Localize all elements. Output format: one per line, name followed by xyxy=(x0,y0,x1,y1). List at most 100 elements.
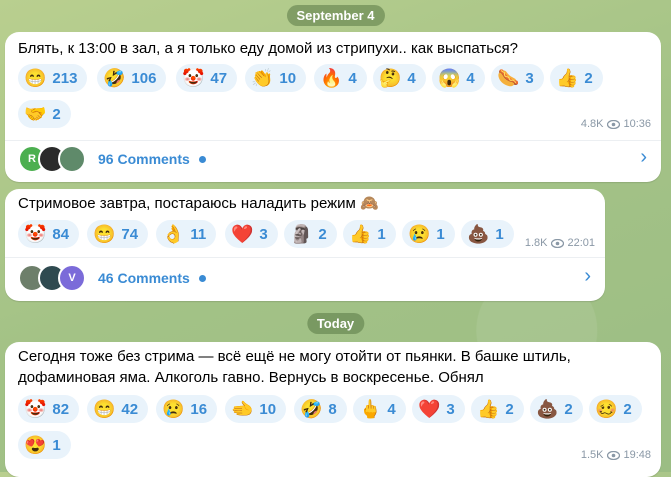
reaction-emoji: 🌭 xyxy=(497,68,520,88)
reaction[interactable]: 🤡 47 xyxy=(176,64,238,92)
eye-icon xyxy=(607,120,621,129)
reaction-emoji: 😁 xyxy=(93,399,116,419)
reaction-emoji: 😁 xyxy=(24,68,47,88)
reaction[interactable]: 😁 74 xyxy=(87,220,149,248)
divider xyxy=(5,140,661,141)
reaction[interactable]: 💩 2 xyxy=(530,395,583,423)
chevron-right-icon[interactable]: › xyxy=(640,146,647,169)
comments-link[interactable]: V 46 Comments xyxy=(18,264,206,292)
unread-dot xyxy=(198,155,206,163)
reaction[interactable]: 😁 42 xyxy=(87,395,149,423)
message-bubble[interactable]: Стримовое завтра, постараюсь наладить ре… xyxy=(5,189,605,301)
message-text: Сегодня тоже без стрима — всё ещё не мог… xyxy=(18,348,571,386)
date-separator: September 4 xyxy=(286,5,385,26)
reaction-count: 2 xyxy=(564,400,573,418)
reaction-emoji: 😢 xyxy=(408,224,431,244)
divider xyxy=(5,257,605,258)
reaction-count: 2 xyxy=(52,105,61,123)
comments-count: 96 Comments xyxy=(98,151,190,167)
reaction[interactable]: 😢 16 xyxy=(156,395,218,423)
reaction-emoji: 🤡 xyxy=(182,68,205,88)
reaction[interactable]: 💩 1 xyxy=(461,220,514,248)
reaction-count: 2 xyxy=(584,69,593,87)
reaction[interactable]: 😢 1 xyxy=(402,220,455,248)
reaction-count: 2 xyxy=(318,225,327,243)
reaction-count: 2 xyxy=(505,400,514,418)
reaction[interactable]: 👏 10 xyxy=(245,64,307,92)
reaction-emoji: 👍 xyxy=(556,68,579,88)
reaction-count: 3 xyxy=(446,400,455,418)
reaction-count: 3 xyxy=(525,69,534,87)
reaction-emoji: 🤡 xyxy=(24,224,47,244)
eye-icon xyxy=(607,451,621,460)
view-count: 4.8K xyxy=(580,118,604,130)
reaction[interactable]: 👍 1 xyxy=(343,220,396,248)
reaction-emoji: 🥴 xyxy=(595,399,618,419)
reaction[interactable]: 😁 213 xyxy=(18,64,88,92)
reaction-emoji: 😍 xyxy=(24,435,47,455)
reaction[interactable]: 🔥 4 xyxy=(314,64,367,92)
reaction-emoji: 🤡 xyxy=(24,399,47,419)
message-time: 19:48 xyxy=(623,449,651,461)
message-text: Блять, к 13:00 в зал, а я только еду дом… xyxy=(18,40,519,57)
view-count: 1.5K xyxy=(580,449,604,461)
reaction-count: 1 xyxy=(377,225,386,243)
reaction-count: 1 xyxy=(436,225,445,243)
reaction-count: 106 xyxy=(131,69,157,87)
reaction[interactable]: 🥴 2 xyxy=(589,395,642,423)
reaction-emoji: 🗿 xyxy=(290,224,313,244)
eye-icon xyxy=(551,239,565,248)
reaction[interactable]: 🌭 3 xyxy=(491,64,544,92)
avatar xyxy=(58,145,86,173)
reaction[interactable]: 🖕 4 xyxy=(353,395,406,423)
unread-dot xyxy=(198,274,206,282)
reaction-emoji: 😱 xyxy=(438,68,461,88)
reaction[interactable]: 🗿 2 xyxy=(284,220,337,248)
reaction-count: 213 xyxy=(52,69,78,87)
reaction[interactable]: 😱 4 xyxy=(432,64,485,92)
message-text: Стримовое завтра, постараюсь наладить ре… xyxy=(18,195,379,212)
reaction-count: 1 xyxy=(52,436,61,454)
reaction-emoji: 😁 xyxy=(93,224,116,244)
reaction-count: 16 xyxy=(190,400,208,418)
reaction-count: 1 xyxy=(495,225,504,243)
chevron-right-icon[interactable]: › xyxy=(584,265,591,288)
reaction-emoji: 🤝 xyxy=(24,104,47,124)
reaction-count: 42 xyxy=(121,400,139,418)
commenter-avatars: V xyxy=(18,264,96,292)
reaction[interactable]: 👌 11 xyxy=(156,220,217,248)
reaction-count: 10 xyxy=(259,400,277,418)
reaction-count: 47 xyxy=(210,69,228,87)
reaction-emoji: 👍 xyxy=(477,399,500,419)
reaction[interactable]: ❤️ 3 xyxy=(412,395,465,423)
reaction-count: 4 xyxy=(407,69,416,87)
reaction-count: 2 xyxy=(623,400,632,418)
reaction-emoji: 🤣 xyxy=(300,399,323,419)
reaction-count: 82 xyxy=(52,400,70,418)
reaction-emoji: ❤️ xyxy=(231,224,254,244)
reaction[interactable]: 😍 1 xyxy=(18,431,71,459)
message-meta: 4.8K 10:36 xyxy=(581,118,651,130)
reaction[interactable]: 🤡 84 xyxy=(18,220,80,248)
reaction[interactable]: 🤔 4 xyxy=(373,64,426,92)
reaction[interactable]: 🤣 8 xyxy=(294,395,347,423)
message-meta: 1.5K 19:48 xyxy=(581,449,651,461)
reaction-emoji: 🔥 xyxy=(320,68,343,88)
reaction-count: 3 xyxy=(259,225,268,243)
reaction[interactable]: 🫲 10 xyxy=(225,395,287,423)
reaction[interactable]: 🤡 82 xyxy=(18,395,80,423)
reaction-emoji: 😢 xyxy=(162,399,185,419)
reaction-emoji: 👏 xyxy=(251,68,274,88)
reaction[interactable]: ❤️ 3 xyxy=(225,220,278,248)
message-bubble[interactable]: Сегодня тоже без стрима — всё ещё не мог… xyxy=(5,342,661,477)
reaction[interactable]: 🤣 106 xyxy=(97,64,167,92)
message-time: 10:36 xyxy=(623,118,651,130)
reaction[interactable]: 👍 2 xyxy=(471,395,524,423)
message-bubble[interactable]: Блять, к 13:00 в зал, а я только еду дом… xyxy=(5,32,661,182)
reaction-emoji: 🖕 xyxy=(359,399,382,419)
reaction[interactable]: 🤝 2 xyxy=(18,100,71,128)
comments-link[interactable]: R 96 Comments xyxy=(18,145,206,173)
reaction[interactable]: 👍 2 xyxy=(550,64,603,92)
reaction-count: 4 xyxy=(466,69,475,87)
reaction-emoji: ❤️ xyxy=(418,399,441,419)
